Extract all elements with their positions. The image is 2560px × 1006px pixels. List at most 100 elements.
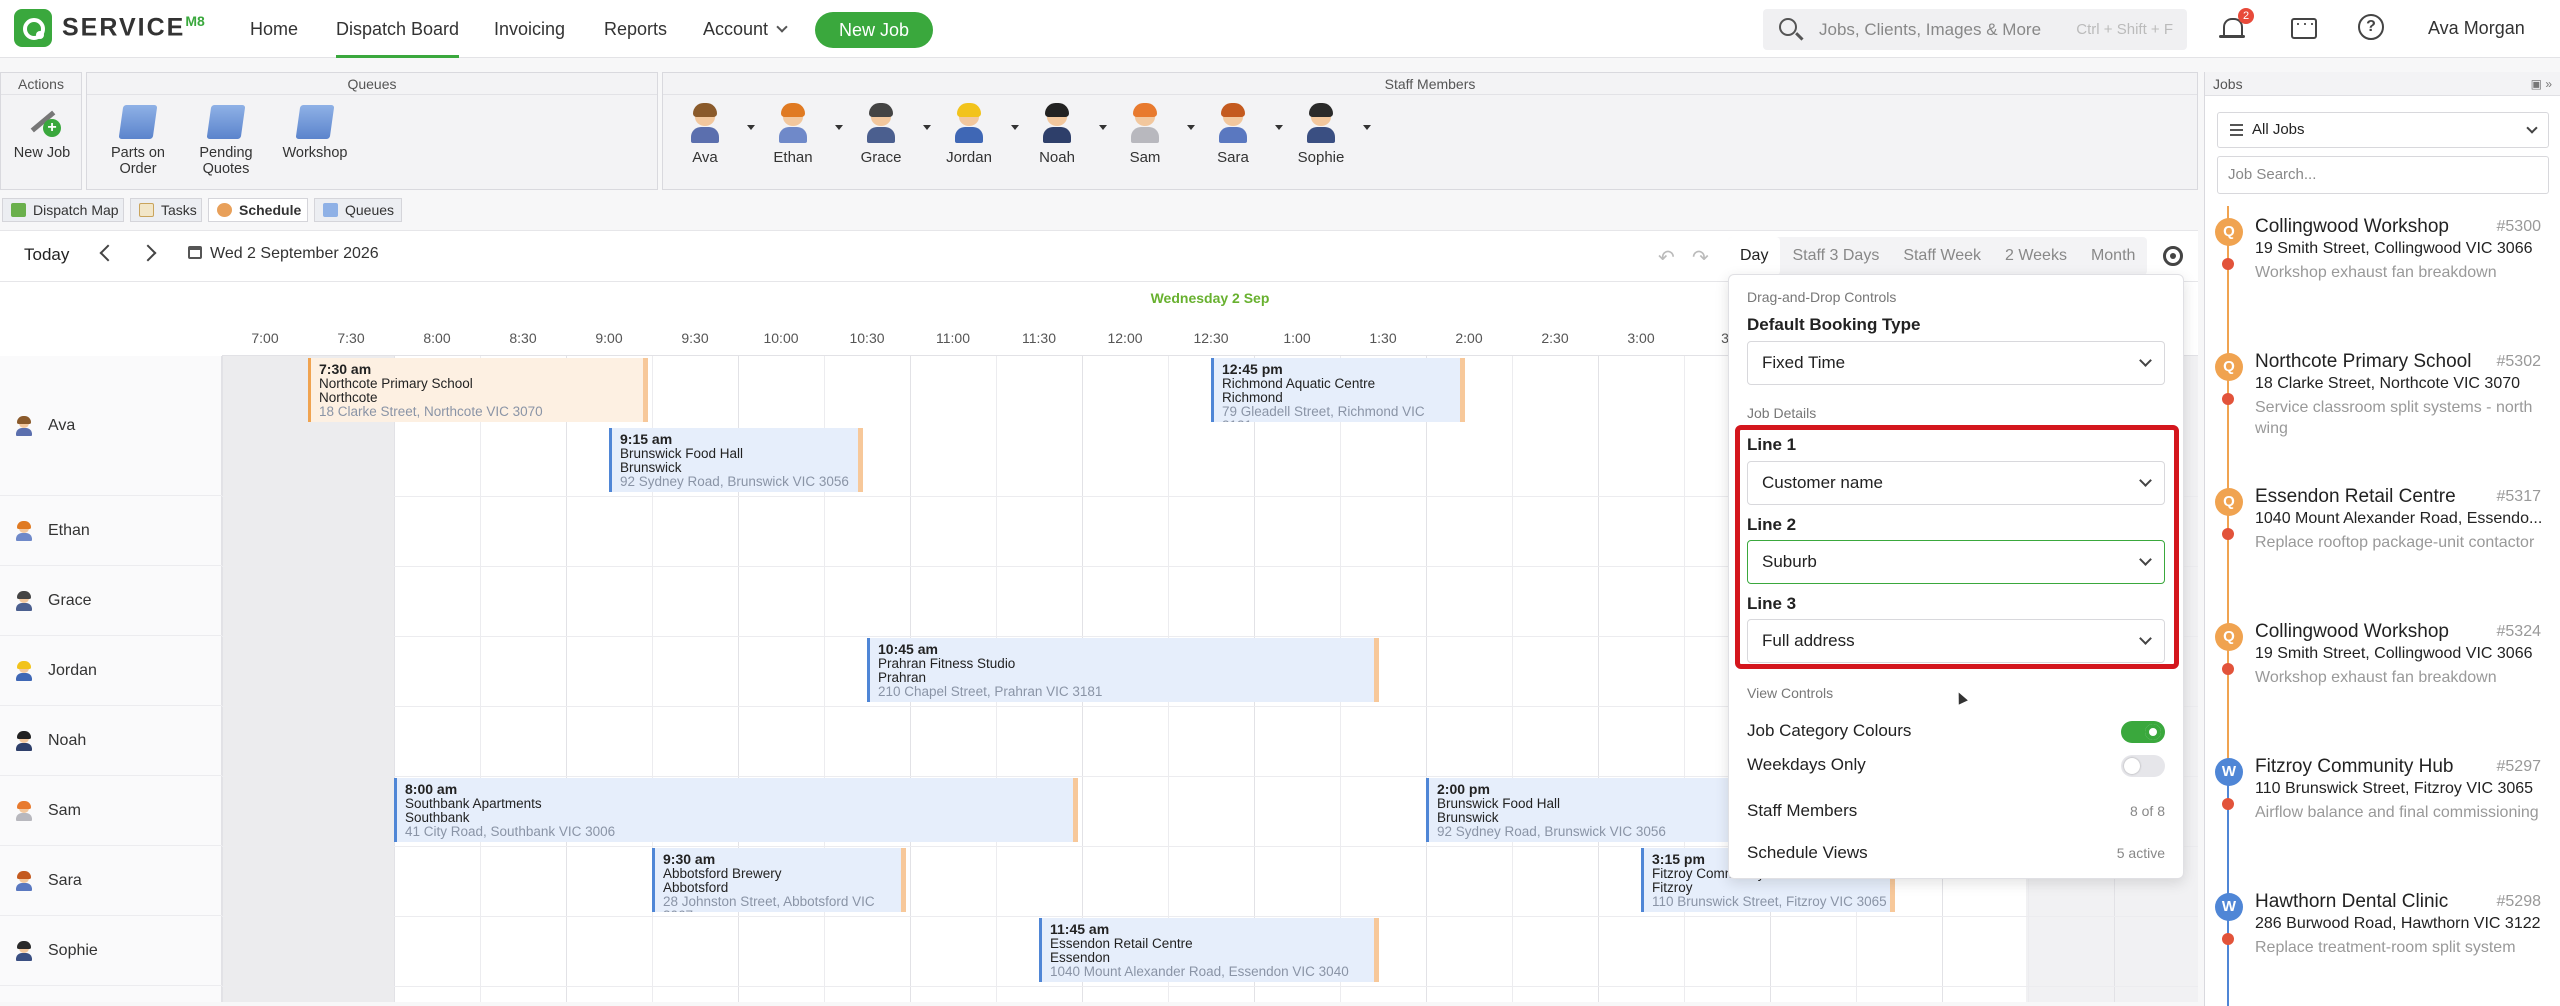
queue-label: Pending [199,145,253,161]
job-time: 10:45 am [878,641,938,657]
job-card[interactable]: Q Essendon Retail Centre #5317 1040 Mount A… [2205,476,2555,611]
nav-home[interactable]: Home [250,0,298,58]
job-card[interactable]: W Fitzroy Community Hub #5297 110 Brunswick… [2205,746,2555,881]
search-icon [1779,18,1797,36]
date-picker[interactable]: Wed 2 September 2026 [188,245,379,263]
user-menu[interactable]: Ava Morgan [2428,18,2525,39]
time-label: 1:30 [1369,330,1397,346]
job-time: 9:30 am [663,851,716,867]
view-month[interactable]: Month [2079,237,2147,275]
job-search-input[interactable]: Job Search... [2217,156,2549,194]
chevron-down-icon[interactable] [1099,125,1107,130]
job-card[interactable]: Q Collingwood Workshop #5300 19 Smith Stree… [2205,206,2555,341]
schedule-views-row[interactable]: Schedule Views 5 active [1747,843,2165,873]
staff-member-ethan[interactable]: Ethan [763,103,843,166]
avatar-hair [1045,103,1069,117]
view-staff-week[interactable]: Staff Week [1891,237,1993,275]
staff-member-sophie[interactable]: Sophie [1291,103,1371,166]
job-card[interactable]: Q Northcote Primary School #5302 18 Clarke … [2205,341,2555,476]
staff-name: Sara [1217,149,1249,166]
chevron-left-icon[interactable] [99,244,117,262]
today-button[interactable]: Today [24,245,69,265]
booking-type-select[interactable]: Fixed Time [1747,341,2165,385]
chevron-down-icon[interactable] [1363,125,1371,130]
staff-member-sara[interactable]: Sara [1203,103,1283,166]
chevron-right-icon[interactable] [139,244,157,262]
scheduled-job[interactable]: 9:30 am Abbotsford Brewery Abbotsford 28 Jo… [652,848,906,912]
nav-invoicing[interactable]: Invoicing [494,0,565,58]
line1-select[interactable]: Customer name [1747,461,2165,505]
category-colours-toggle[interactable] [2121,721,2165,743]
ribbon-new-job-button[interactable]: New Job [7,105,77,161]
view-staff-3-days[interactable]: Staff 3 Days [1780,237,1891,275]
app-logo[interactable]: SERVICEM8 [14,9,205,47]
staff-member-sam[interactable]: Sam [1115,103,1195,166]
chevron-down-icon[interactable] [747,125,755,130]
staff-member-jordan[interactable]: Jordan [939,103,1019,166]
jobs-filter-select[interactable]: All Jobs [2217,112,2549,148]
new-job-button[interactable]: New Job [815,12,933,48]
tab-dispatch-map[interactable]: Dispatch Map [2,198,124,222]
scheduled-job[interactable]: 2:00 pm Brunswick Food Hall Brunswick 92 Sy… [1426,778,1766,842]
tab-tasks[interactable]: Tasks [130,198,202,222]
line2-select[interactable]: Suburb [1747,540,2165,584]
scheduled-job[interactable]: 8:00 am Southbank Apartments Southbank 41 C… [394,778,1078,842]
redo-icon[interactable]: ↷ [1692,245,1709,270]
chat-icon[interactable] [2288,13,2318,44]
avatar [15,591,33,611]
chevron-down-icon [2139,474,2152,487]
job-card[interactable]: W Hawthorn Dental Clinic #5298 286 Burwood … [2205,881,2555,1006]
staff-member-noah[interactable]: Noah [1027,103,1107,166]
help-icon[interactable]: ? [2358,14,2384,40]
chevron-down-icon[interactable] [923,125,931,130]
panel-collapse-icon[interactable]: ▣ » [2531,72,2552,96]
staff-name: Ethan [48,522,90,539]
chevron-down-icon[interactable] [1187,125,1195,130]
job-card[interactable]: Q Collingwood Workshop #5324 19 Smith Stree… [2205,611,2555,746]
staff-member-ava[interactable]: Ava [675,103,755,166]
scheduled-job[interactable]: 7:30 am Northcote Primary School Northcote… [308,358,648,422]
avatar-hair [17,871,31,879]
avatar-body [955,127,983,143]
chevron-down-icon[interactable] [1275,125,1283,130]
tab-queues[interactable]: Queues [314,198,402,222]
staff-member-grace[interactable]: Grace [851,103,931,166]
avatar [15,731,33,751]
ribbon-group-title: Actions [1,73,81,95]
chevron-down-icon[interactable] [835,125,843,130]
staff-column: Ava Ethan Grace Jordan Noah Sam Sara Sophie [0,356,222,1002]
queue-parts-on-order[interactable]: Parts on Order [101,105,175,177]
job-address: 79 Gleadell Street, Richmond VIC 3121 [1222,404,1425,423]
chevron-down-icon[interactable] [1011,125,1019,130]
job-status-badge: Q [2215,353,2243,381]
line3-select[interactable]: Full address [1747,619,2165,663]
undo-icon[interactable]: ↶ [1658,245,1675,270]
nav-dispatch-board[interactable]: Dispatch Board [336,0,460,58]
scheduled-job[interactable]: 12:45 pm Richmond Aquatic Centre Richmond 7… [1211,358,1465,422]
global-search[interactable]: Jobs, Clients, Images & More Ctrl + Shif… [1763,9,2187,50]
view-day[interactable]: Day [1728,237,1781,275]
job-title: Prahran Fitness Studio [878,656,1016,671]
priority-dot [2222,798,2234,810]
view-2-weeks[interactable]: 2 Weeks [1993,237,2079,275]
weekdays-only-toggle[interactable] [2121,755,2165,777]
avatar-hair [17,731,31,739]
nav-reports[interactable]: Reports [604,0,667,58]
row-label: Schedule Views [1747,843,1868,862]
tab-label: Queues [345,202,395,218]
avatar-hair [17,416,31,424]
job-card-number: #5297 [2496,758,2542,775]
scheduled-job[interactable]: 11:45 am Essendon Retail Centre Essendon 10… [1039,918,1379,982]
staff-members-row[interactable]: Staff Members 8 of 8 [1747,801,2165,831]
scheduled-job[interactable]: 10:45 am Prahran Fitness Studio Prahran 210… [867,638,1379,702]
avatar-hair [1309,103,1333,117]
queue-pending-quotes[interactable]: Pending Quotes [189,105,263,177]
scheduled-job[interactable]: 9:15 am Brunswick Food Hall Brunswick 92 Sy… [609,428,863,492]
gear-icon[interactable] [2163,246,2183,266]
avatar-body [16,743,32,751]
tab-schedule[interactable]: Schedule [208,198,308,222]
avatar-body [16,603,32,611]
nav-account[interactable]: Account [703,0,788,58]
queue-workshop[interactable]: Workshop [275,105,355,161]
jobs-panel: Jobs ▣ » All Jobs Job Search... Q Collingw… [2204,72,2560,1006]
